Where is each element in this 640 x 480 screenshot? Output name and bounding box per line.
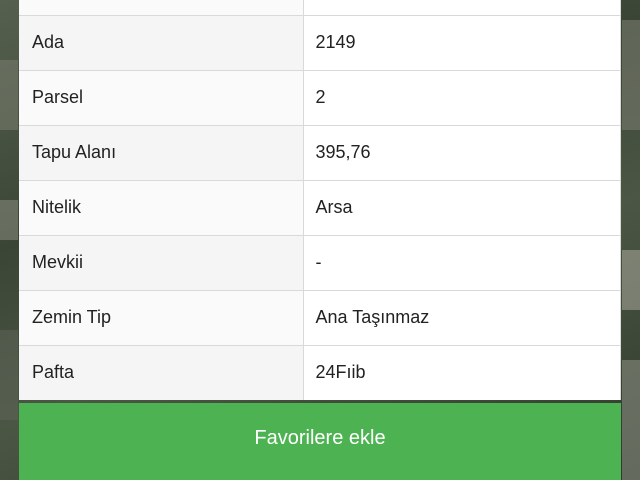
table-row-tapu-alani: Tapu Alanı 395,76 — [19, 124, 621, 180]
parcel-info-table: Ada 2149 Parsel 2 Tapu Alanı 395,76 Nite… — [19, 0, 621, 400]
table-row-ada: Ada 2149 — [19, 14, 621, 70]
row-label-mevkii: Mevkii — [19, 234, 304, 290]
row-label-parsel: Parsel — [19, 69, 304, 125]
table-row-parsel: Parsel 2 — [19, 69, 621, 125]
row-label-nitelik: Nitelik — [19, 179, 304, 235]
map-patch — [622, 20, 640, 130]
map-patch — [0, 60, 18, 130]
row-value — [303, 0, 621, 15]
row-value-tapu-alani: 395,76 — [303, 124, 621, 180]
row-value-nitelik: Arsa — [303, 179, 621, 235]
row-label — [19, 0, 304, 15]
map-patch — [622, 250, 640, 310]
row-value-pafta: 24Fıib — [303, 344, 621, 400]
table-row-zemin-tip: Zemin Tip Ana Taşınmaz — [19, 289, 621, 345]
table-row-mevkii: Mevkii - — [19, 234, 621, 290]
add-to-favorites-button[interactable]: Favorilere ekle — [19, 403, 621, 480]
parcel-info-card: Ada 2149 Parsel 2 Tapu Alanı 395,76 Nite… — [19, 0, 621, 400]
table-row-nitelik: Nitelik Arsa — [19, 179, 621, 235]
row-label-zemin-tip: Zemin Tip — [19, 289, 304, 345]
map-patch — [0, 330, 18, 420]
row-label-pafta: Pafta — [19, 344, 304, 400]
map-patch — [622, 360, 640, 480]
table-row — [19, 0, 621, 15]
row-value-parsel: 2 — [303, 69, 621, 125]
row-value-ada: 2149 — [303, 14, 621, 70]
map-patch — [0, 200, 18, 240]
row-value-mevkii: - — [303, 234, 621, 290]
row-label-tapu-alani: Tapu Alanı — [19, 124, 304, 180]
row-label-ada: Ada — [19, 14, 304, 70]
table-row-pafta: Pafta 24Fıib — [19, 344, 621, 400]
row-value-zemin-tip: Ana Taşınmaz — [303, 289, 621, 345]
